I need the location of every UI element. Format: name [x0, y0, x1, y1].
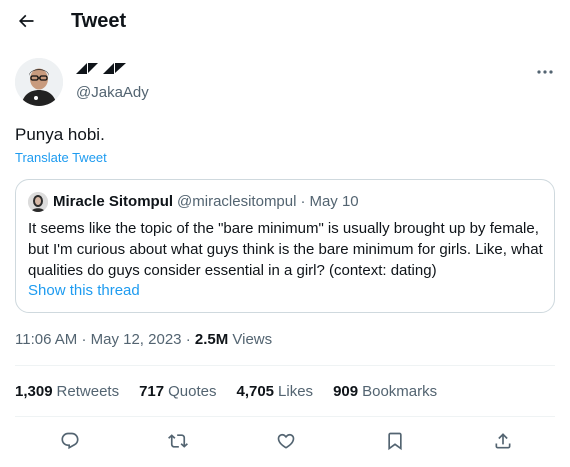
- quote-text: It seems like the topic of the "bare min…: [28, 220, 543, 279]
- quote-date: May 10: [309, 193, 359, 210]
- share-button[interactable]: [490, 428, 516, 454]
- quoted-tweet-header: Miracle Sitompul @miraclesitompul · May …: [28, 192, 359, 212]
- divider: [15, 365, 555, 366]
- back-button[interactable]: [14, 9, 38, 33]
- author-display-name[interactable]: [76, 61, 149, 81]
- quote-author-handle: @miraclesitompul: [177, 193, 297, 210]
- quote-avatar-image: [28, 192, 48, 212]
- meta-separator: ·: [185, 331, 191, 348]
- like-button[interactable]: [273, 428, 299, 454]
- retweets-stat[interactable]: 1,309 Retweets: [15, 382, 119, 402]
- tweet-meta: 11:06 AM · May 12, 2023 · 2.5M Views: [15, 330, 272, 350]
- quotes-count: 717: [139, 383, 165, 400]
- quotes-label: Quotes: [168, 383, 217, 400]
- translate-tweet-link[interactable]: Translate Tweet: [15, 150, 107, 166]
- bookmarks-count: 909: [333, 383, 359, 400]
- more-horizontal-icon: [537, 70, 553, 74]
- quote-separator: ·: [300, 193, 306, 210]
- top-bar: Tweet: [0, 0, 570, 42]
- retweet-button[interactable]: [165, 428, 191, 454]
- retweets-label: Retweets: [56, 383, 120, 400]
- bookmark-button[interactable]: [382, 428, 408, 454]
- quoted-tweet[interactable]: Miracle Sitompul @miraclesitompul · May …: [15, 179, 555, 313]
- views-label: Views: [232, 331, 273, 348]
- bookmark-icon: [388, 432, 402, 451]
- arrow-left-icon: [18, 14, 34, 28]
- display-name-glyphs: [76, 63, 126, 74]
- likes-count: 4,705: [236, 383, 275, 400]
- retweets-count: 1,309: [15, 383, 53, 400]
- like-icon: [277, 433, 295, 449]
- quotes-stat[interactable]: 717 Quotes: [139, 382, 216, 402]
- quote-author-name: Miracle Sitompul: [53, 193, 174, 210]
- divider: [15, 416, 555, 417]
- meta-separator: ·: [81, 331, 87, 348]
- views-count: 2.5M: [194, 331, 229, 348]
- tweet-date[interactable]: May 12, 2023: [91, 331, 182, 348]
- likes-label: Likes: [278, 383, 314, 400]
- author-names: @JakaAdy: [76, 61, 149, 103]
- engagement-stats: 1,309 Retweets 717 Quotes 4,705 Likes 909 Bo…: [15, 382, 457, 402]
- tweet-actions: [15, 428, 555, 454]
- likes-stat[interactable]: 4,705 Likes: [236, 382, 313, 402]
- page-title: Tweet: [71, 10, 127, 32]
- bookmarks-label: Bookmarks: [362, 383, 438, 400]
- quote-avatar: [28, 192, 48, 212]
- reply-icon: [61, 432, 79, 450]
- tweet-text: Punya hobi.: [15, 125, 105, 144]
- avatar[interactable]: [15, 58, 63, 106]
- bookmarks-stat[interactable]: 909 Bookmarks: [333, 382, 437, 402]
- show-thread-link[interactable]: Show this thread: [28, 281, 140, 301]
- share-icon: [495, 433, 511, 449]
- author-handle[interactable]: @JakaAdy: [76, 83, 149, 103]
- more-button[interactable]: [533, 62, 557, 82]
- tweet-author: @JakaAdy: [15, 58, 149, 106]
- retweet-icon: [168, 434, 188, 448]
- avatar-image: [15, 58, 63, 106]
- reply-button[interactable]: [57, 428, 83, 454]
- tweet-time[interactable]: 11:06 AM: [15, 331, 77, 348]
